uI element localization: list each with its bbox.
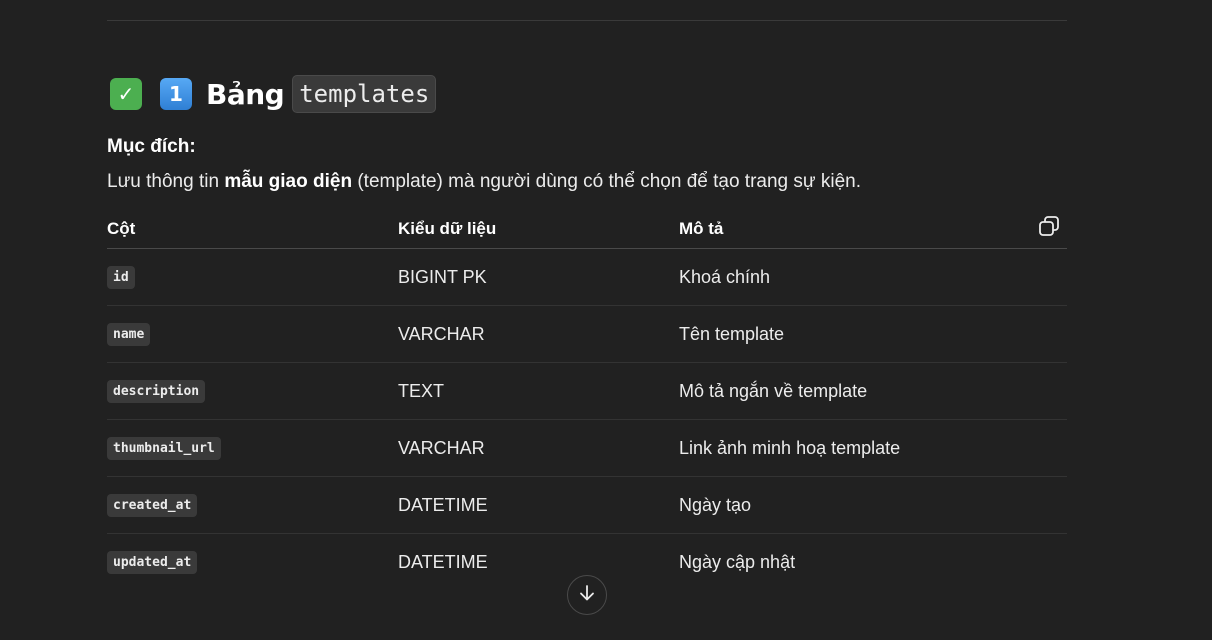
column-description: Link ảnh minh hoạ template <box>679 438 901 458</box>
header-type: Kiểu dữ liệu <box>398 219 497 238</box>
copy-icon[interactable] <box>1037 214 1061 238</box>
schema-table: Cột Kiểu dữ liệu Mô tả id BIGINT PK Khoá… <box>107 208 1067 590</box>
table-row: created_at DATETIME Ngày tạo <box>107 477 1067 534</box>
header-description: Mô tả <box>679 219 724 238</box>
header-column: Cột <box>107 219 136 238</box>
table-row: id BIGINT PK Khoá chính <box>107 249 1067 306</box>
column-type: TEXT <box>398 381 445 401</box>
purpose-text-before: Lưu thông tin <box>107 171 225 192</box>
column-name: name <box>107 323 151 346</box>
heading-title: Bảng <box>206 77 285 111</box>
column-type: VARCHAR <box>398 438 485 458</box>
table-row: thumbnail_url VARCHAR Link ảnh minh hoạ … <box>107 420 1067 477</box>
column-name: thumbnail_url <box>107 437 221 460</box>
column-description: Ngày tạo <box>679 495 752 515</box>
column-name: updated_at <box>107 551 198 574</box>
section-heading: ✓ 1 Bảng templates <box>110 75 437 113</box>
column-name: id <box>107 266 135 289</box>
column-type: BIGINT PK <box>398 267 487 287</box>
column-name: created_at <box>107 494 198 517</box>
column-type: VARCHAR <box>398 324 485 344</box>
purpose-text: Lưu thông tin mẫu giao diện (template) m… <box>107 171 861 193</box>
table-header: Cột Kiểu dữ liệu Mô tả <box>107 208 1067 249</box>
heading-code: templates <box>292 75 437 113</box>
column-description: Khoá chính <box>679 267 771 287</box>
column-description: Ngày cập nhật <box>679 552 796 572</box>
check-mark-icon: ✓ <box>110 78 142 110</box>
number-one-icon: 1 <box>160 78 192 110</box>
column-description: Tên template <box>679 324 785 344</box>
table-row: description TEXT Mô tả ngắn về template <box>107 363 1067 420</box>
scroll-down-button[interactable] <box>567 575 607 615</box>
arrow-down-icon <box>577 583 597 608</box>
column-type: DATETIME <box>398 552 488 572</box>
chat-message-content: ✓ 1 Bảng templates Mục đích: Lưu thông t… <box>0 0 1212 640</box>
purpose-text-bold: mẫu giao diện <box>224 171 353 192</box>
table-row: name VARCHAR Tên template <box>107 306 1067 363</box>
divider <box>107 20 1067 21</box>
purpose-text-after: (template) mà người dùng có thể chọn để … <box>352 171 862 192</box>
column-type: DATETIME <box>398 495 488 515</box>
column-name: description <box>107 380 206 403</box>
column-description: Mô tả ngắn về template <box>679 381 868 401</box>
purpose-label: Mục đích: <box>107 136 196 157</box>
